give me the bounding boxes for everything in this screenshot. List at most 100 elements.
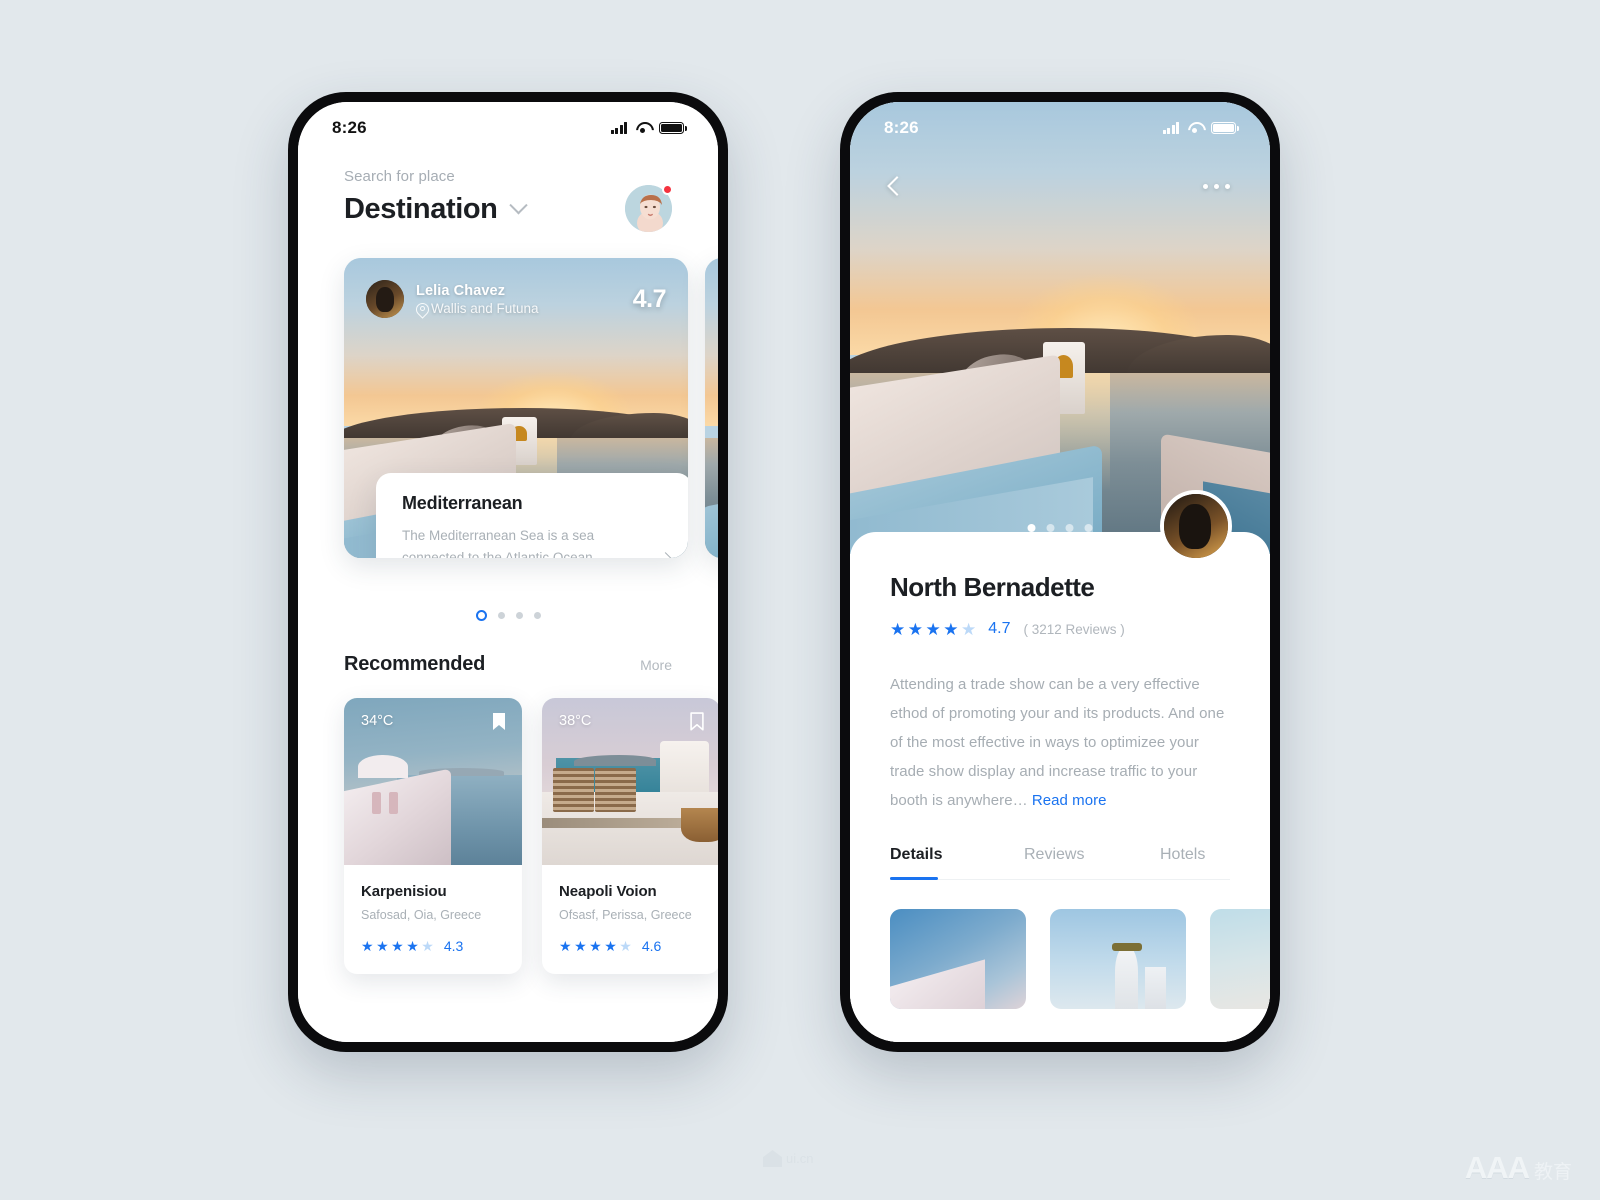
watermark-right: AAA 教育 xyxy=(1465,1150,1572,1186)
bookmark-icon-filled[interactable] xyxy=(492,712,506,731)
chevron-right-icon[interactable] xyxy=(659,552,672,558)
detail-review-count: ( 3212 Reviews ) xyxy=(1023,621,1125,637)
place-address: Safosad, Oia, Greece xyxy=(361,908,482,922)
phone-device-home: 8:26 Search for place Destination Lelia … xyxy=(288,92,728,1052)
home-screen: 8:26 Search for place Destination Lelia … xyxy=(298,102,718,1042)
status-icons xyxy=(610,121,687,135)
detail-gallery[interactable] xyxy=(890,880,1270,1009)
hero-dot-active[interactable] xyxy=(1027,524,1036,532)
hero-card[interactable]: Lelia Chavez Wallis and Futuna 4.7 Medit… xyxy=(344,258,688,558)
gallery-photo-tower xyxy=(1050,908,1186,1009)
detail-content: 8:26 North Bernadette ★ ★ ★ ★ ★ 4.7 (32… xyxy=(850,102,1270,1042)
tab-hotels[interactable]: Hotels xyxy=(1160,846,1205,879)
star-icon: ★ xyxy=(574,938,587,954)
star-icon: ★ xyxy=(604,938,617,954)
star-icon: ★ xyxy=(907,619,923,639)
recommended-thumb: 38°C xyxy=(542,698,718,865)
temperature-label: 38°C xyxy=(559,713,592,729)
gallery-photo-sky xyxy=(890,908,1026,1009)
hero-photo-peek xyxy=(705,258,718,558)
rating-row: ★ ★ ★ ★ ★ 4.6 xyxy=(559,938,703,954)
star-rating: ★ ★ ★ ★ ★ xyxy=(890,621,976,638)
battery-icon xyxy=(1211,121,1239,135)
star-icon-empty: ★ xyxy=(421,938,434,954)
place-name: Neapoli Voion xyxy=(559,883,657,900)
hero-carousel[interactable]: Lelia Chavez Wallis and Futuna 4.7 Medit… xyxy=(298,258,718,558)
recommended-more-link[interactable]: More xyxy=(640,657,672,673)
hero-score: 4.7 xyxy=(632,284,667,313)
carousel-dot-active[interactable] xyxy=(475,610,487,621)
hero-carousel-dots[interactable] xyxy=(1027,524,1093,532)
carousel-dot[interactable] xyxy=(515,612,523,619)
search-block[interactable]: Search for place Destination xyxy=(344,168,528,226)
carousel-dot[interactable] xyxy=(497,612,505,619)
star-icon-empty: ★ xyxy=(961,619,977,639)
phone-device-detail: 8:26 North Bernadette ★ ★ ★ ★ ★ 4.7 (32… xyxy=(840,92,1280,1052)
destination-selector[interactable]: Destination xyxy=(344,193,528,226)
status-time: 8:26 xyxy=(884,118,919,137)
tab-details[interactable]: Details xyxy=(890,846,1024,880)
host-name: Lelia Chavez xyxy=(416,282,506,299)
hero-info-body: The Mediterranean Sea is a sea connected… xyxy=(402,525,672,558)
signal-icon xyxy=(1162,122,1179,134)
hero-dot[interactable] xyxy=(1084,524,1093,532)
star-icon: ★ xyxy=(589,938,602,954)
temperature-label: 34°C xyxy=(361,713,394,729)
host-avatar-large[interactable] xyxy=(1160,490,1232,562)
more-options-icon[interactable] xyxy=(1203,183,1230,189)
gallery-thumb[interactable] xyxy=(1050,908,1186,1009)
hero-dot[interactable] xyxy=(1046,524,1055,532)
search-label: Search for place xyxy=(344,168,455,185)
star-icon: ★ xyxy=(376,938,389,954)
bookmark-icon-outline[interactable] xyxy=(690,712,704,731)
gallery-thumb[interactable] xyxy=(890,908,1026,1009)
profile-avatar-button[interactable] xyxy=(625,184,673,232)
star-icon: ★ xyxy=(361,938,374,954)
detail-rating-row: ★ ★ ★ ★ ★ 4.7 ( 3212 Reviews ) xyxy=(890,620,1230,638)
hero-dot[interactable] xyxy=(1065,524,1074,532)
star-icon: ★ xyxy=(391,938,404,954)
gallery-thumb-peek[interactable] xyxy=(1210,908,1270,1009)
hero-info-title: Mediterranean xyxy=(402,493,523,514)
place-name: Karpenisiou xyxy=(361,883,447,900)
location-pin-icon xyxy=(416,303,427,314)
detail-tabs[interactable]: Details Reviews Hotels xyxy=(890,846,1230,880)
read-more-link[interactable]: Read more xyxy=(1032,792,1107,809)
star-icon: ★ xyxy=(943,619,959,639)
hero-info-card[interactable]: Mediterranean The Mediterranean Sea is a… xyxy=(376,473,688,558)
rating-value: 4.6 xyxy=(641,938,662,954)
hero-info-desc: The Mediterranean Sea is a sea connected… xyxy=(402,528,607,558)
tab-reviews[interactable]: Reviews xyxy=(1024,846,1160,879)
recommended-meta: Neapoli Voion Ofsasf, Perissa, Greece ★ … xyxy=(542,865,718,974)
wifi-icon xyxy=(1187,122,1203,134)
page-title: Destination xyxy=(344,193,498,225)
watermark-logo-text: AAA xyxy=(1464,1150,1530,1185)
back-arrow-icon[interactable] xyxy=(887,176,907,196)
hero-card-peek[interactable] xyxy=(705,258,718,558)
recommended-list[interactable]: 34°C Karpenisiou Safosad, Oia, Greece ★ … xyxy=(298,676,718,974)
home-content: Search for place Destination Lelia Chave… xyxy=(298,102,718,1042)
detail-description: Attending a trade show can be a very eff… xyxy=(890,671,1230,816)
detail-sheet: North Bernadette ★ ★ ★ ★ ★ 4.7 ( 3212 Re… xyxy=(850,490,1270,1042)
carousel-dots[interactable] xyxy=(298,610,718,621)
star-rating: ★ ★ ★ ★ ★ xyxy=(559,939,632,953)
recommended-header: Recommended More xyxy=(298,653,718,676)
watermark-center-text: ui.cn xyxy=(786,1151,814,1166)
star-icon: ★ xyxy=(925,619,941,639)
status-bar-home: 8:26 xyxy=(298,102,718,154)
star-rating: ★ ★ ★ ★ ★ xyxy=(361,939,434,953)
home-glyph-icon xyxy=(763,1150,782,1167)
detail-rating-value: 4.7 xyxy=(988,620,1011,637)
signal-icon xyxy=(610,122,627,134)
star-icon-empty: ★ xyxy=(619,938,632,954)
carousel-dot[interactable] xyxy=(533,612,541,619)
list-item[interactable]: 38°C Neapoli Voion Ofsasf, Perissa, Gree… xyxy=(542,698,718,974)
star-icon: ★ xyxy=(890,619,906,639)
hero-host-row: Lelia Chavez Wallis and Futuna 4.7 xyxy=(366,280,667,318)
rating-row: ★ ★ ★ ★ ★ 4.3 xyxy=(361,938,505,954)
chevron-down-icon[interactable] xyxy=(508,196,528,215)
host-location-text: Wallis and Futuna xyxy=(431,300,539,316)
list-item[interactable]: 34°C Karpenisiou Safosad, Oia, Greece ★ … xyxy=(344,698,522,974)
recommended-meta: Karpenisiou Safosad, Oia, Greece ★ ★ ★ ★… xyxy=(344,865,522,974)
host-avatar[interactable] xyxy=(366,280,404,318)
